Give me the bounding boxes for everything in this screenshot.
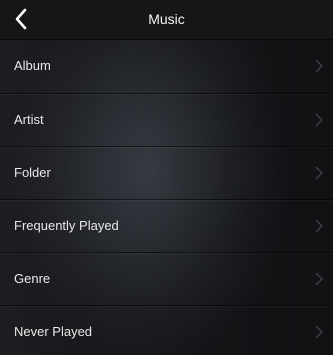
music-screen: Music Album Artist Folder Frequently Pla… (0, 0, 333, 355)
chevron-right-icon (315, 325, 323, 339)
chevron-right-icon (315, 59, 323, 73)
menu-item-label: Frequently Played (14, 218, 119, 233)
page-title: Music (148, 11, 185, 27)
menu-item-frequently-played[interactable]: Frequently Played (0, 200, 333, 253)
menu-item-label: Never Played (14, 324, 93, 339)
menu-item-genre[interactable]: Genre (0, 253, 333, 306)
chevron-right-icon (315, 219, 323, 233)
chevron-right-icon (315, 113, 323, 127)
menu-item-label: Artist (14, 112, 44, 127)
chevron-left-icon (14, 8, 28, 30)
menu-item-artist[interactable]: Artist (0, 94, 333, 147)
menu-item-never-played[interactable]: Never Played (0, 306, 333, 355)
menu-item-folder[interactable]: Folder (0, 147, 333, 200)
music-category-list: Album Artist Folder Frequently Played Ge… (0, 40, 333, 355)
title-bar: Music (0, 0, 333, 40)
chevron-right-icon (315, 166, 323, 180)
chevron-right-icon (315, 272, 323, 286)
menu-item-label: Folder (14, 165, 51, 180)
menu-item-album[interactable]: Album (0, 40, 333, 94)
back-button[interactable] (6, 4, 36, 34)
menu-item-label: Genre (14, 271, 51, 286)
menu-item-label: Album (14, 58, 51, 73)
